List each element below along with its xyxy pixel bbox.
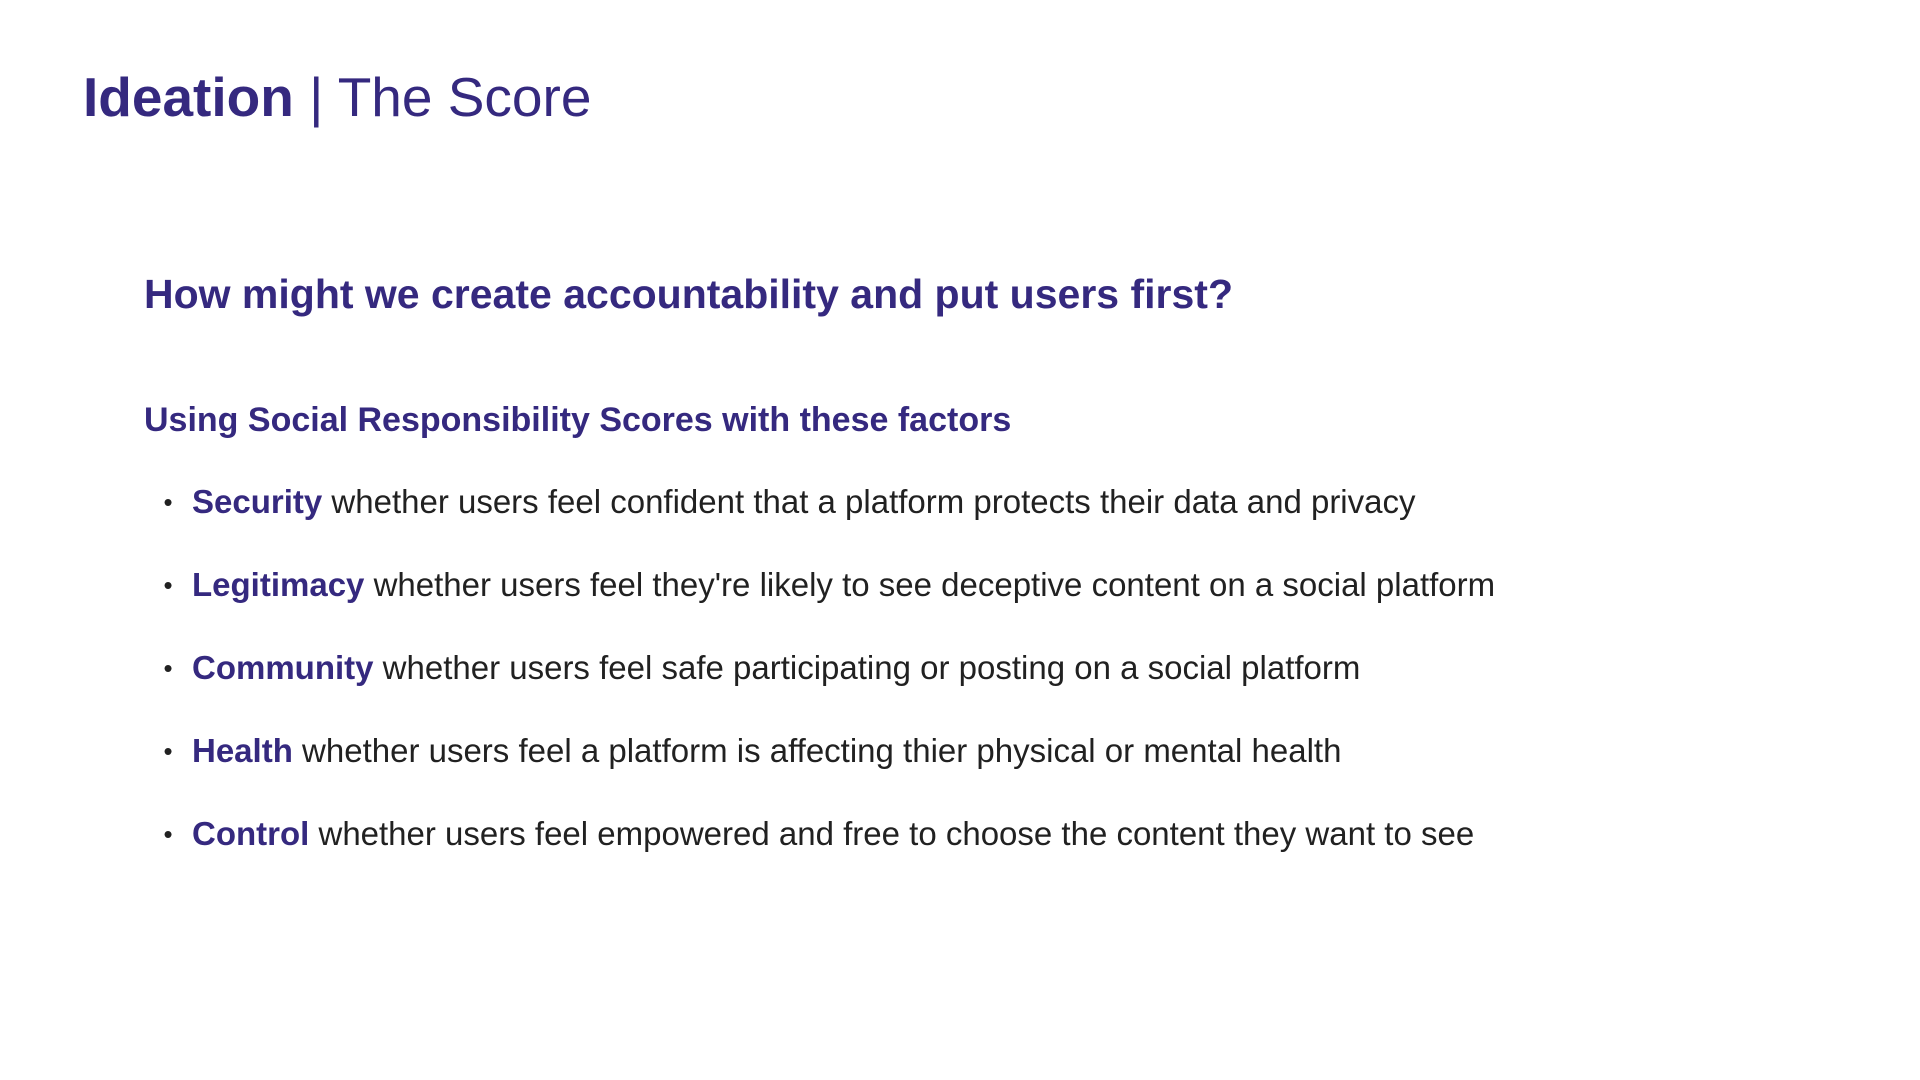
factor-text: Community whether users feel safe partic… [192, 644, 1360, 692]
factor-description: whether users feel empowered and free to… [309, 815, 1475, 852]
factor-description: whether users feel a platform is affecti… [292, 732, 1342, 769]
factor-item-control: • Control whether users feel empowered a… [144, 810, 1495, 893]
factor-item-security: • Security whether users feel confident … [144, 478, 1495, 561]
question-heading: How might we create accountability and p… [144, 271, 1233, 317]
factor-text: Legitimacy whether users feel they're li… [192, 561, 1495, 609]
factor-item-health: • Health whether users feel a platform i… [144, 727, 1495, 810]
factor-item-community: • Community whether users feel safe part… [144, 644, 1495, 727]
factor-text: Control whether users feel empowered and… [192, 810, 1474, 858]
factor-name: Control [192, 815, 310, 852]
factor-text: Health whether users feel a platform is … [192, 727, 1341, 775]
slide-title-rest: | The Score [293, 66, 592, 128]
factor-description: whether users feel they're likely to see… [364, 566, 1496, 603]
factor-text: Security whether users feel confident th… [192, 478, 1416, 526]
factor-item-legitimacy: • Legitimacy whether users feel they're … [144, 561, 1495, 644]
factor-description: whether users feel safe participating or… [373, 649, 1361, 686]
factor-description: whether users feel confident that a plat… [322, 483, 1416, 520]
bullet-icon: • [163, 819, 173, 849]
bullet-icon: • [163, 736, 173, 766]
factor-list: • Security whether users feel confident … [144, 478, 1495, 893]
factor-name: Community [192, 649, 374, 686]
factors-subheading: Using Social Responsibility Scores with … [144, 401, 1012, 439]
factor-name: Legitimacy [192, 566, 365, 603]
bullet-icon: • [163, 487, 173, 517]
factor-name: Security [192, 483, 323, 520]
bullet-icon: • [163, 570, 173, 600]
factor-name: Health [192, 732, 293, 769]
slide-title-strong: Ideation [83, 66, 294, 128]
slide-title: Ideation | The Score [83, 62, 591, 132]
bullet-icon: • [163, 653, 173, 683]
